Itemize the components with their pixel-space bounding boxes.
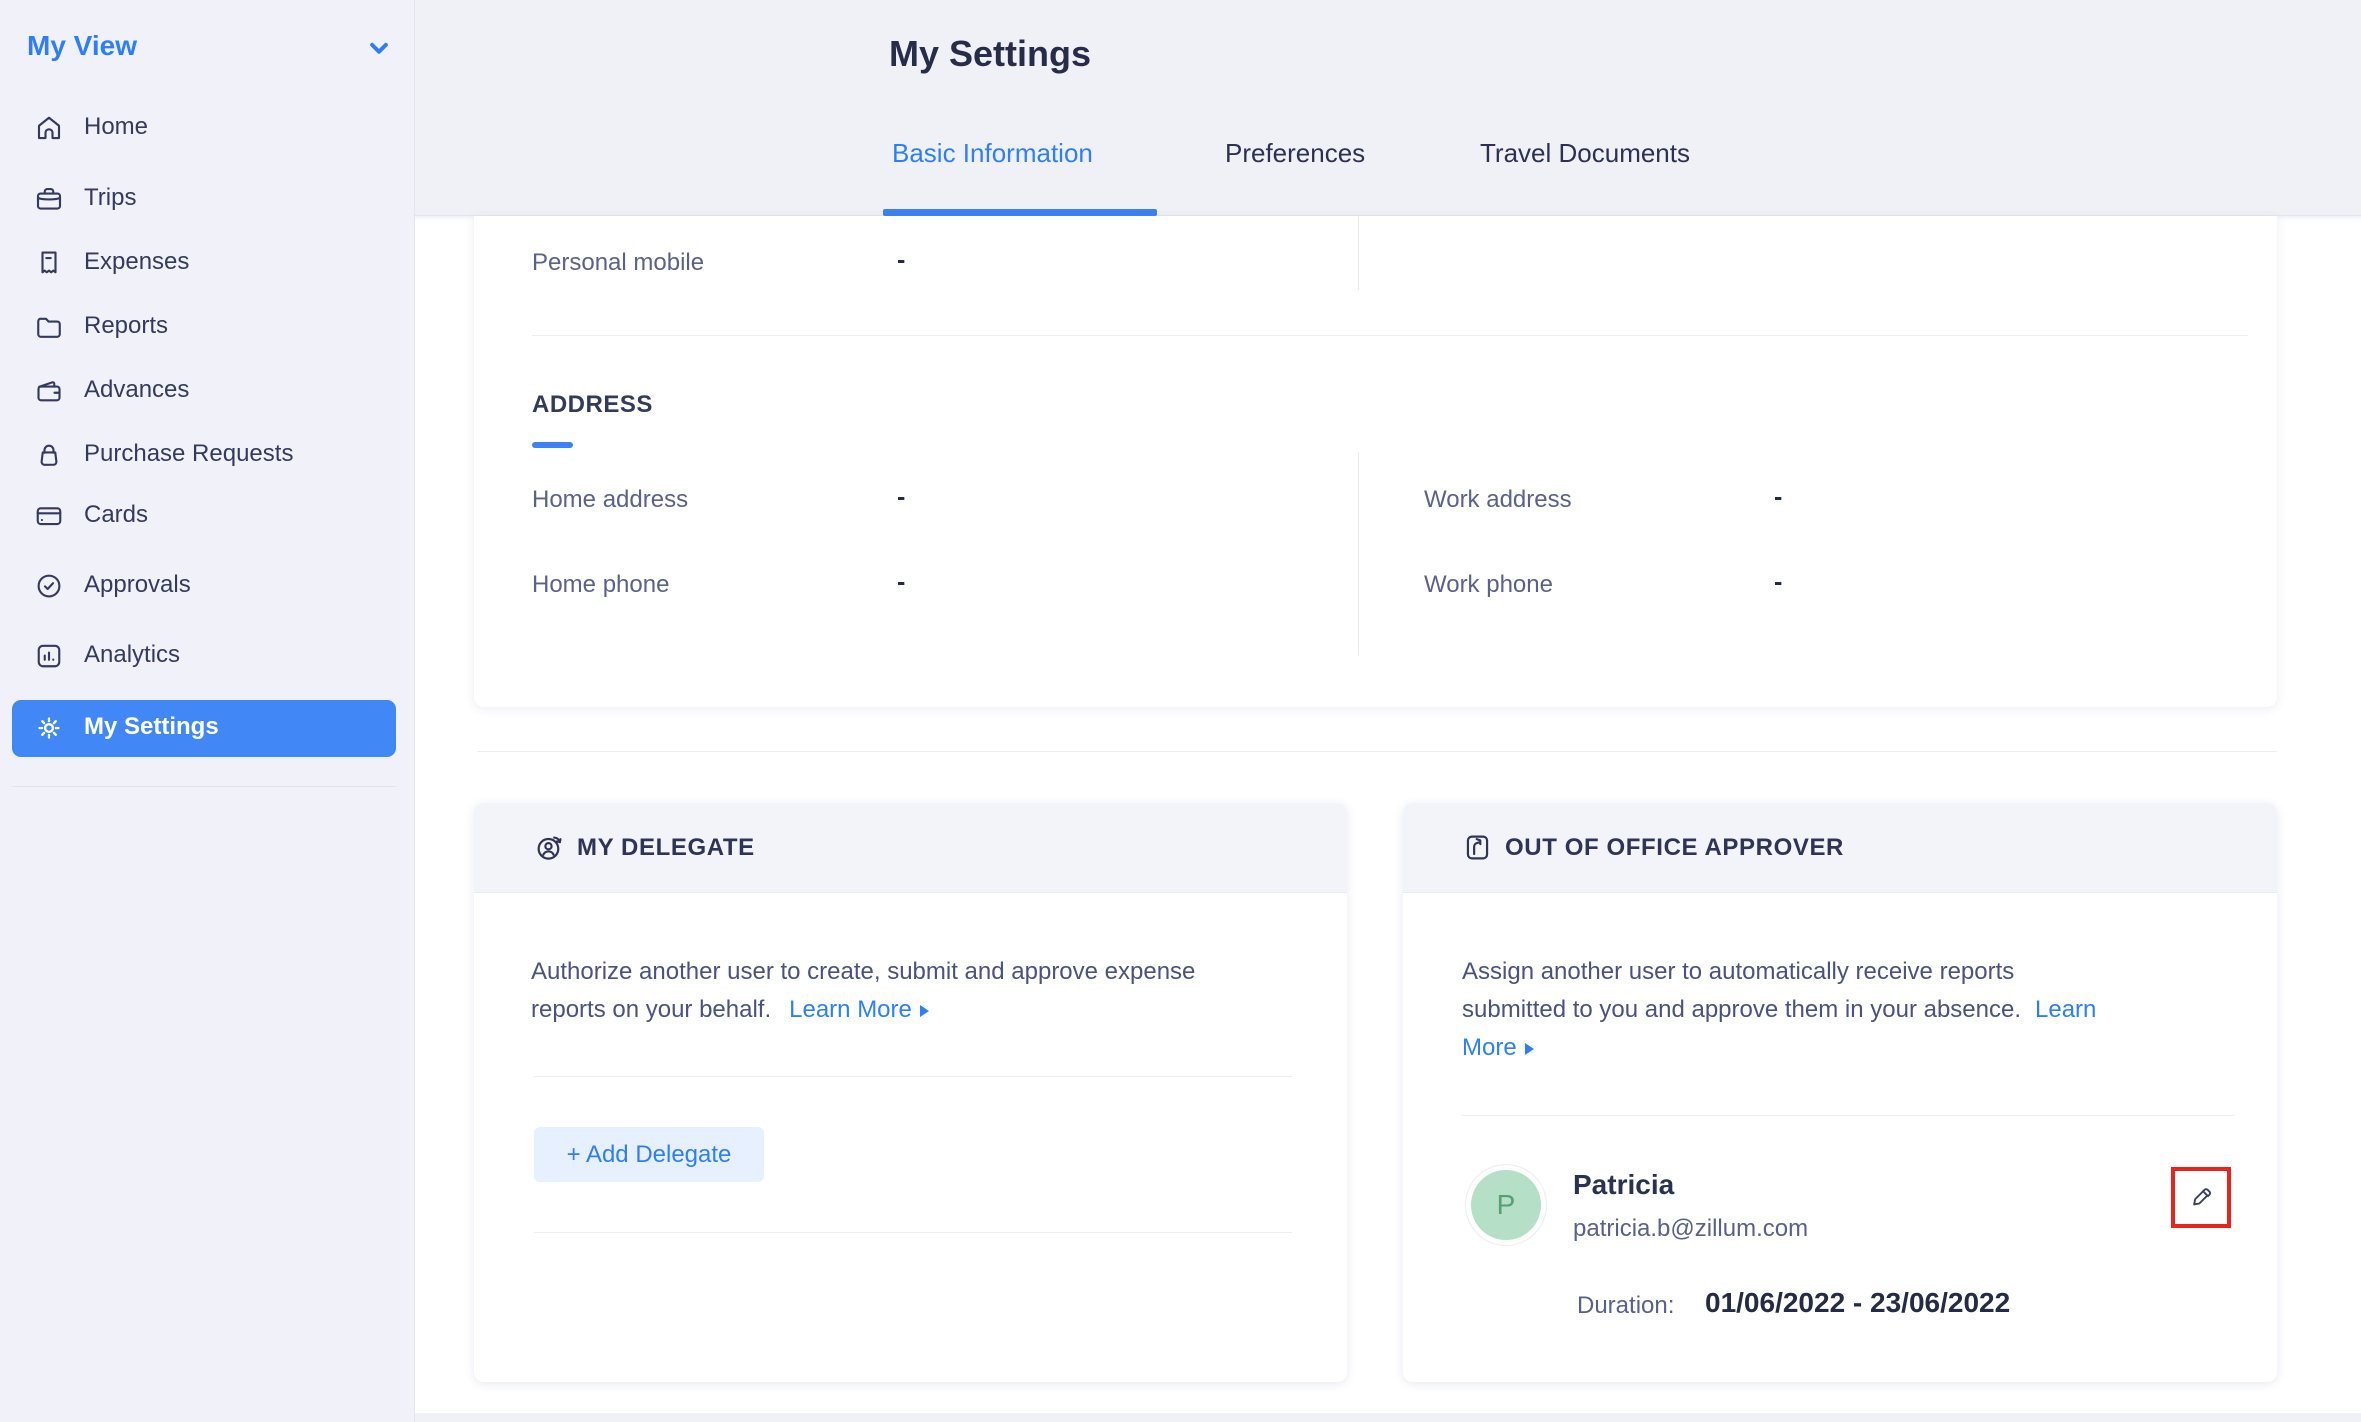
address-section-heading: ADDRESS (532, 391, 653, 419)
sidebar-item-advances[interactable]: Advances (0, 376, 415, 422)
sidebar-item-label: Reports (84, 312, 168, 340)
sidebar-item-cards[interactable]: Cards (0, 501, 415, 547)
chevron-down-icon[interactable] (364, 33, 394, 63)
sidebar-item-label: Purchase Requests (84, 440, 293, 468)
home-icon (34, 113, 64, 143)
sidebar: My View Home Trips Expenses (0, 0, 415, 1422)
ooo-description-line2: submitted to you and approve them in you… (1462, 991, 2096, 1029)
gear-icon (34, 713, 64, 743)
approver-avatar: P (1466, 1165, 1546, 1245)
sidebar-item-my-settings-active[interactable]: My Settings (12, 700, 396, 757)
credit-card-icon (34, 501, 64, 531)
home-phone-label: Home phone (532, 571, 669, 599)
sidebar-item-label: Expenses (84, 248, 189, 276)
sidebar-item-label: Approvals (84, 571, 191, 599)
out-of-office-approver-card: OUT OF OFFICE APPROVER Assign another us… (1403, 803, 2277, 1382)
sidebar-item-label: Analytics (84, 641, 180, 669)
edit-approver-button[interactable] (2171, 1167, 2231, 1228)
sidebar-item-expenses[interactable]: Expenses (0, 248, 415, 294)
pencil-icon (2187, 1184, 2215, 1212)
approver-email: patricia.b@zillum.com (1573, 1215, 1808, 1243)
ooo-learn-more-link-part2[interactable]: More (1462, 1034, 1517, 1061)
learn-more-arrow-icon (1525, 1043, 1534, 1055)
receipt-icon (34, 248, 64, 278)
work-address-value: - (1774, 483, 1782, 512)
page-bottom-strip (415, 1413, 2361, 1422)
sidebar-item-label: Advances (84, 376, 189, 404)
delegate-description: Authorize another user to create, submit… (531, 953, 1195, 1029)
learn-more-arrow-icon (920, 1005, 929, 1017)
ooo-description-line3: More (1462, 1029, 2096, 1067)
my-delegate-card-header: MY DELEGATE (474, 803, 1347, 893)
purchase-bag-icon (34, 440, 64, 470)
work-phone-label: Work phone (1424, 571, 1553, 599)
work-phone-value: - (1774, 568, 1782, 597)
sidebar-item-label: Home (84, 113, 148, 141)
card-divider (534, 1232, 1292, 1233)
card-divider (534, 1076, 1292, 1077)
bar-chart-icon (34, 641, 64, 671)
sidebar-view-switcher-label[interactable]: My View (27, 30, 137, 62)
ooo-description-line1: Assign another user to automatically rec… (1462, 953, 2096, 991)
wallet-icon (34, 376, 64, 406)
folder-icon (34, 312, 64, 342)
my-delegate-card: MY DELEGATE Authorize another user to cr… (474, 803, 1347, 1382)
personal-mobile-value: - (897, 246, 905, 275)
tab-preferences[interactable]: Preferences (1225, 138, 1365, 169)
approver-name: Patricia (1573, 1169, 1674, 1201)
out-of-office-card-title: OUT OF OFFICE APPROVER (1505, 834, 1844, 862)
sidebar-item-approvals[interactable]: Approvals (0, 571, 415, 617)
duration-label: Duration: (1577, 1292, 1674, 1320)
sidebar-item-analytics[interactable]: Analytics (0, 641, 415, 687)
page-header: My Settings Basic Information Preference… (415, 0, 2361, 216)
tab-basic-information[interactable]: Basic Information (892, 138, 1093, 169)
basic-information-card (474, 216, 2277, 707)
out-of-office-sign-icon (1462, 832, 1493, 863)
sidebar-item-label: Cards (84, 501, 148, 529)
card-divider (1462, 1115, 2234, 1116)
sidebar-item-reports[interactable]: Reports (0, 312, 415, 358)
approver-avatar-initial: P (1471, 1170, 1541, 1240)
personal-mobile-label: Personal mobile (532, 249, 704, 277)
home-phone-value: - (897, 568, 905, 597)
sidebar-item-trips[interactable]: Trips (0, 184, 415, 230)
delegate-description-line2: reports on your behalf.Learn More (531, 991, 1195, 1029)
out-of-office-description: Assign another user to automatically rec… (1462, 953, 2096, 1067)
delegate-learn-more-link[interactable]: Learn More (789, 996, 912, 1023)
check-circle-icon (34, 571, 64, 601)
sidebar-item-label: Trips (84, 184, 136, 212)
delegate-description-line1: Authorize another user to create, submit… (531, 953, 1195, 991)
ooo-learn-more-link-part1[interactable]: Learn (2035, 996, 2096, 1023)
out-of-office-card-header: OUT OF OFFICE APPROVER (1403, 803, 2277, 893)
home-address-label: Home address (532, 486, 688, 514)
my-delegate-card-title: MY DELEGATE (577, 834, 755, 862)
column-divider (1358, 216, 1359, 290)
home-address-value: - (897, 483, 905, 512)
sidebar-item-purchase-requests[interactable]: Purchase Requests (0, 440, 415, 486)
sidebar-item-home[interactable]: Home (0, 113, 415, 159)
app-window: My View Home Trips Expenses (0, 0, 2361, 1422)
duration-value: 01/06/2022 - 23/06/2022 (1705, 1287, 2010, 1319)
add-delegate-button[interactable]: + Add Delegate (534, 1127, 764, 1182)
page-title: My Settings (889, 33, 1091, 75)
sidebar-divider (12, 786, 396, 787)
work-address-label: Work address (1424, 486, 1572, 514)
column-divider (1358, 452, 1359, 655)
sidebar-item-label: My Settings (84, 713, 219, 741)
briefcase-icon (34, 184, 64, 214)
address-heading-underline (532, 442, 573, 448)
row-divider (532, 335, 2248, 336)
active-tab-indicator (883, 209, 1157, 216)
tab-travel-documents[interactable]: Travel Documents (1480, 138, 1690, 169)
delegate-user-icon (534, 832, 565, 863)
section-separator (477, 751, 2277, 752)
